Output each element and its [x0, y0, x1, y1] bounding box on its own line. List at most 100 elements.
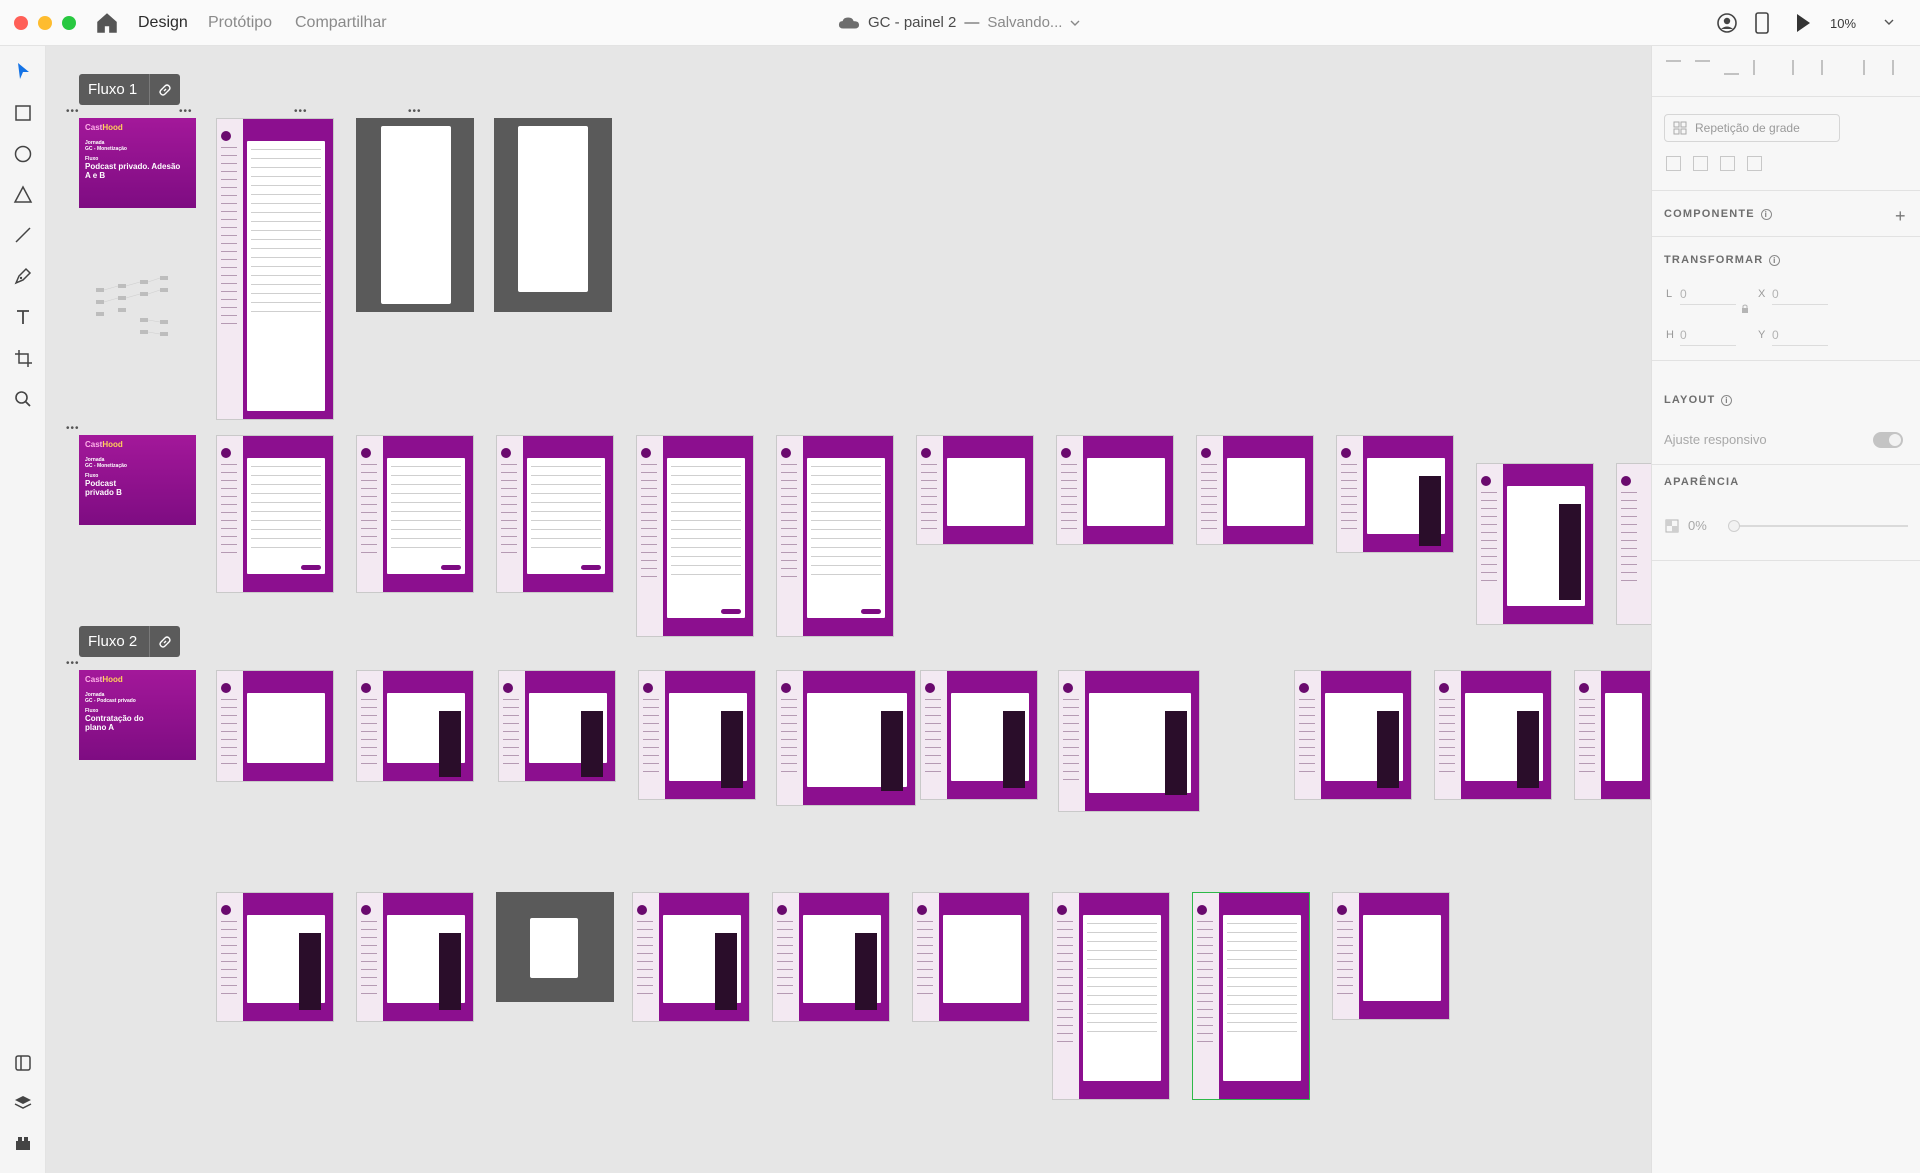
ellipse-icon[interactable] [12, 143, 34, 165]
boolean-exclude-icon[interactable] [1747, 156, 1762, 171]
screen-3-3[interactable] [498, 670, 616, 782]
screen-2-7[interactable] [1056, 435, 1174, 545]
artboard-menu[interactable]: ••• [66, 107, 80, 117]
screen-2-1[interactable] [216, 435, 334, 593]
rectangle-icon[interactable] [12, 102, 34, 124]
align-left-icon[interactable] [1792, 60, 1807, 75]
boolean-add-icon[interactable] [1666, 156, 1681, 171]
screen-2-10[interactable] [1476, 463, 1594, 625]
screen-3-8[interactable] [1294, 670, 1412, 800]
screen-2-6[interactable] [916, 435, 1034, 545]
screen-3-7[interactable] [1058, 670, 1200, 812]
artboard-icon[interactable] [12, 347, 34, 369]
screen-1-1[interactable] [216, 118, 334, 420]
modal-screen-1[interactable] [356, 118, 474, 312]
screen-4-7[interactable] [1052, 892, 1170, 1100]
align-top-icon[interactable] [1666, 60, 1681, 75]
screen-4-9[interactable] [1332, 892, 1450, 1020]
screen-3-6[interactable] [920, 670, 1038, 800]
flow-2-label[interactable]: Fluxo 2 [79, 626, 180, 657]
chevron-down-icon[interactable] [1070, 19, 1080, 27]
screen-3-9[interactable] [1434, 670, 1552, 800]
flow-diagram-thumbnail[interactable] [96, 274, 176, 346]
align-middle-icon[interactable] [1695, 60, 1710, 75]
opacity-field[interactable]: 0% [1688, 518, 1707, 533]
link-icon[interactable] [149, 74, 180, 105]
opacity-icon [1665, 519, 1679, 533]
artboard-menu[interactable]: ••• [66, 424, 80, 434]
lock-aspect-icon[interactable] [1740, 304, 1750, 314]
screen-3-2[interactable] [356, 670, 474, 782]
flow-1-label[interactable]: Fluxo 1 [79, 74, 180, 105]
user-icon[interactable] [1716, 12, 1738, 34]
close-window-button[interactable] [14, 16, 28, 30]
component-section: COMPONENTE i [1664, 208, 1772, 220]
screen-4-1[interactable] [216, 892, 334, 1022]
title-card-flow-1[interactable]: CastHood Jornada GC - Monetização Fluxo … [79, 118, 196, 208]
repeat-grid-button[interactable]: Repetição de grade [1664, 114, 1840, 142]
screen-4-8-selected[interactable] [1192, 892, 1310, 1100]
text-icon[interactable] [12, 306, 34, 328]
align-right-icon[interactable] [1850, 60, 1865, 75]
document-title-area[interactable]: GC - painel 2 — Salvando... [838, 14, 1080, 31]
artboard-menu[interactable]: ••• [408, 107, 422, 117]
device-icon[interactable] [1754, 12, 1770, 34]
screen-4-5[interactable] [772, 892, 890, 1022]
artboard-menu[interactable]: ••• [294, 107, 308, 117]
screen-3-5[interactable] [776, 670, 916, 806]
zoom-level[interactable]: 10% [1830, 16, 1856, 31]
screen-2-3[interactable] [496, 435, 614, 593]
home-icon[interactable] [94, 10, 120, 36]
pen-icon[interactable] [12, 265, 34, 287]
screen-3-10[interactable] [1574, 670, 1651, 800]
tab-design[interactable]: Design [138, 14, 188, 32]
screen-2-5[interactable] [776, 435, 894, 637]
screen-2-2[interactable] [356, 435, 474, 593]
info-icon: i [1760, 208, 1772, 220]
height-field[interactable]: 0 [1680, 328, 1736, 346]
tab-share[interactable]: Compartilhar [295, 14, 387, 32]
add-component-button[interactable]: + [1895, 206, 1906, 227]
tab-prototype[interactable]: Protótipo [208, 14, 272, 32]
screen-4-2[interactable] [356, 892, 474, 1022]
opacity-slider-handle[interactable] [1728, 520, 1740, 532]
minimize-window-button[interactable] [38, 16, 52, 30]
modal-screen-2[interactable] [494, 118, 612, 312]
artboard-menu[interactable]: ••• [179, 107, 193, 117]
line-icon[interactable] [12, 224, 34, 246]
plugins-icon[interactable] [12, 1052, 34, 1074]
title-card-flow-1b[interactable]: CastHood Jornada GC - Monetização Fluxo … [79, 435, 196, 525]
distribute-vertical-icon[interactable] [1753, 60, 1768, 75]
responsive-resize-toggle[interactable] [1873, 432, 1903, 448]
screen-4-6[interactable] [912, 892, 1030, 1022]
width-field[interactable]: 0 [1680, 287, 1736, 305]
artboard-menu[interactable]: ••• [66, 659, 80, 669]
screen-4-4[interactable] [632, 892, 750, 1022]
distribute-horizontal-icon[interactable] [1879, 60, 1894, 75]
play-icon[interactable] [1794, 12, 1812, 34]
zoom-icon[interactable] [12, 388, 34, 410]
screen-2-9[interactable] [1336, 435, 1454, 553]
assets-icon[interactable] [12, 1132, 34, 1154]
modal-screen-3[interactable] [496, 892, 614, 1002]
screen-3-1[interactable] [216, 670, 334, 782]
screen-3-4[interactable] [638, 670, 756, 800]
x-field[interactable]: 0 [1772, 287, 1828, 305]
zoom-chevron-icon[interactable] [1884, 18, 1894, 26]
design-canvas[interactable]: Fluxo 1 Fluxo 2 ••• CastHood Jornada GC … [46, 46, 1651, 1173]
select-icon[interactable] [12, 60, 34, 82]
boolean-intersect-icon[interactable] [1720, 156, 1735, 171]
align-center-icon[interactable] [1821, 60, 1836, 75]
screen-2-11[interactable] [1616, 463, 1651, 625]
screen-2-8[interactable] [1196, 435, 1314, 545]
layers-icon[interactable] [12, 1092, 34, 1114]
boolean-subtract-icon[interactable] [1693, 156, 1708, 171]
align-bottom-icon[interactable] [1724, 60, 1739, 75]
screen-2-4[interactable] [636, 435, 754, 637]
opacity-slider-track[interactable] [1732, 525, 1908, 527]
link-icon[interactable] [149, 626, 180, 657]
title-card-flow-2[interactable]: CastHood Jornada GC - Podcast privado Fl… [79, 670, 196, 760]
zoom-window-button[interactable] [62, 16, 76, 30]
triangle-icon[interactable] [12, 184, 34, 206]
y-field[interactable]: 0 [1772, 328, 1828, 346]
